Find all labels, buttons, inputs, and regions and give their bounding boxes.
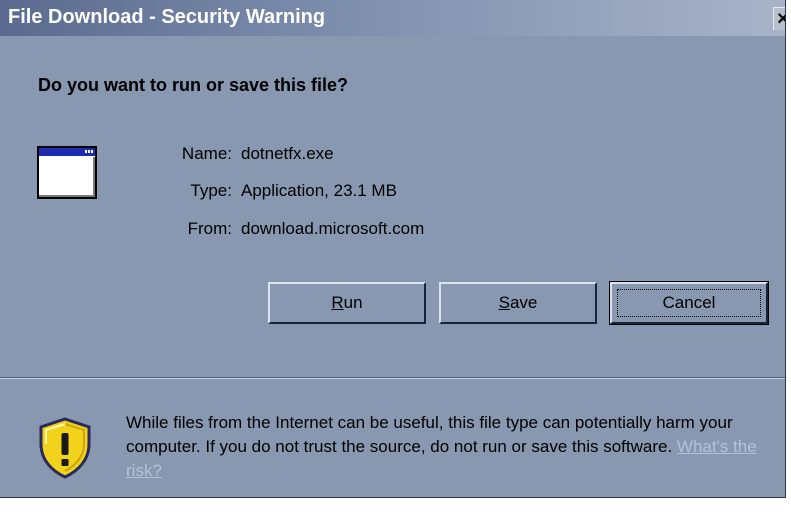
- security-shield-warning-icon: [39, 417, 91, 479]
- run-label: un: [343, 293, 363, 312]
- save-label: ave: [509, 293, 538, 312]
- run-button[interactable]: Run: [268, 282, 426, 324]
- save-button[interactable]: Save: [439, 282, 597, 324]
- close-button[interactable]: ×: [773, 7, 785, 30]
- run-mnemonic: R: [331, 293, 344, 312]
- name-label: Name:: [181, 144, 232, 163]
- window-title: File Download - Security Warning: [8, 6, 326, 28]
- from-value: download.microsoft.com: [241, 219, 425, 238]
- security-warning-text: While files from the Internet can be use…: [126, 411, 785, 483]
- title-bar[interactable]: File Download - Security Warning ×: [0, 0, 785, 36]
- cancel-label: Cancel: [617, 289, 761, 317]
- from-label: From:: [187, 219, 232, 238]
- type-value: Application, 23.1 MB: [241, 181, 397, 200]
- file-download-dialog: File Download - Security Warning × Do yo…: [0, 0, 786, 498]
- save-mnemonic: S: [498, 293, 510, 312]
- application-window-icon: [37, 146, 97, 199]
- dialog-question: Do you want to run or save this file?: [38, 75, 349, 95]
- separator: [0, 377, 785, 379]
- name-value: dotnetfx.exe: [241, 144, 334, 163]
- cancel-button[interactable]: Cancel: [609, 281, 769, 325]
- type-label: Type:: [190, 181, 232, 200]
- warning-message: While files from the Internet can be use…: [126, 413, 733, 456]
